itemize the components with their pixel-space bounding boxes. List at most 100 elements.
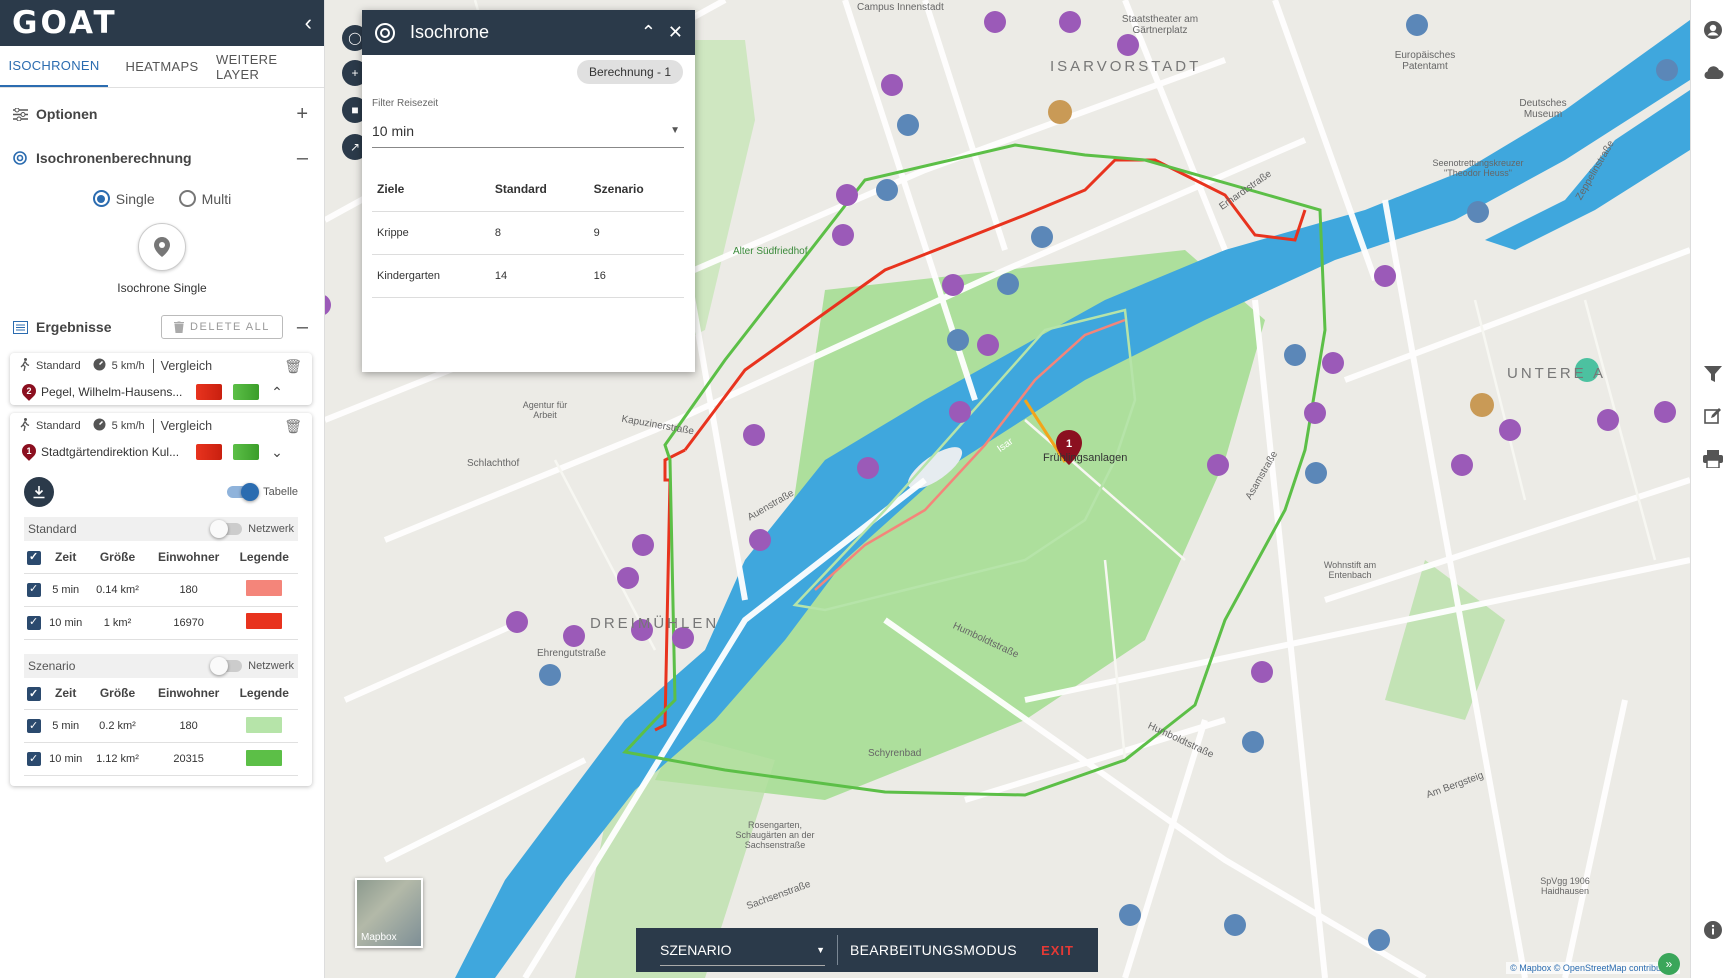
map-label: Ehrengutstraße	[537, 648, 606, 659]
cell-scenario: 9	[588, 211, 684, 255]
tab-weitere-layer[interactable]: WEITERE LAYER	[216, 46, 324, 87]
col-population: Einwohner	[146, 677, 231, 710]
target-icon	[375, 22, 395, 43]
dropdown-arrow-icon: ▼	[816, 944, 825, 955]
card-speed: 5 km/h	[111, 360, 145, 372]
table-row: ✓ 10 min 1.12 km² 20315	[24, 742, 298, 776]
table-row: Kindergarten 14 16	[372, 254, 684, 298]
cell-population: 20315	[146, 742, 231, 776]
filter-icon[interactable]	[1701, 362, 1725, 386]
scenario-table: ✓ Zeit Größe Einwohner Legende ✓ 5 min 0…	[24, 677, 298, 776]
scenario-color-swatch[interactable]	[233, 444, 259, 460]
select-all-checkbox[interactable]: ✓	[26, 550, 41, 565]
isochrone-single-control: Isochrone Single	[0, 223, 324, 295]
list-icon	[12, 319, 28, 335]
radio-single-dot	[92, 190, 110, 207]
map-label: Wohnstift am Entenbach	[1323, 560, 1377, 580]
standard-color-swatch[interactable]	[196, 384, 222, 400]
delete-all-button[interactable]: DELETE ALL	[161, 315, 283, 339]
table-toggle[interactable]	[227, 483, 260, 501]
scenario-select-value: SZENARIO	[660, 941, 732, 958]
cloud-icon[interactable]	[1701, 60, 1725, 84]
collapse-minus-icon[interactable]: –	[297, 147, 308, 170]
standard-color-swatch[interactable]	[196, 444, 222, 460]
map-label: Schyrenbad	[868, 748, 922, 759]
row-checkbox[interactable]: ✓	[26, 719, 41, 733]
col-size: Größe	[88, 677, 147, 710]
row-checkbox[interactable]: ✓	[26, 752, 41, 766]
result-card-1: Standard 5 km/h Vergleich 🗑 1 Stadtgärte…	[10, 413, 312, 786]
col-standard: Standard	[489, 168, 589, 212]
edit-icon[interactable]	[1701, 404, 1725, 428]
cell-scenario: 16	[588, 254, 684, 298]
legend-swatch[interactable]	[246, 613, 283, 629]
map-label: Schlachthof	[467, 458, 520, 469]
tab-heatmaps[interactable]: HEATMAPS	[108, 46, 216, 87]
cell-population: 16970	[146, 606, 231, 640]
collapse-sidebar-icon[interactable]: ‹	[305, 10, 312, 36]
print-icon[interactable]	[1701, 447, 1725, 471]
right-toolbar	[1690, 0, 1735, 978]
delete-result-icon[interactable]: 🗑	[284, 418, 302, 435]
result-card-2: Standard 5 km/h Vergleich 🗑 2 Pegel, Wil…	[10, 353, 312, 405]
map-pin-icon	[154, 237, 170, 257]
collapse-results-icon[interactable]: –	[297, 316, 308, 339]
download-button[interactable]	[24, 477, 54, 507]
cell-standard: 14	[489, 254, 589, 298]
options-section[interactable]: Optionen +	[0, 92, 324, 136]
edit-mode-button[interactable]: BEARBEITUNGSMODUS	[850, 942, 1017, 958]
scenario-select[interactable]: SZENARIO ▼	[660, 934, 825, 966]
cell-time: 5 min	[43, 709, 89, 743]
exit-button[interactable]: EXIT	[1041, 943, 1074, 958]
divider	[837, 935, 838, 965]
legend-swatch[interactable]	[246, 749, 283, 766]
legend-swatch[interactable]	[246, 580, 283, 596]
basemap-label: Mapbox	[361, 932, 397, 943]
card-mode: Standard	[36, 420, 81, 432]
district-label: DREIMÜHLEN	[590, 615, 720, 632]
legend-swatch[interactable]	[246, 716, 283, 733]
map-label: Frühlingsanlagen	[1043, 452, 1128, 464]
cell-standard: 8	[489, 211, 589, 255]
row-checkbox[interactable]: ✓	[26, 615, 41, 630]
select-all-checkbox[interactable]: ✓	[26, 687, 41, 701]
cell-size: 1.12 km²	[88, 742, 147, 776]
map-label: Campus Innenstadt	[857, 2, 944, 13]
expand-plus-icon[interactable]: +	[296, 103, 308, 126]
table-toggle-label: Tabelle	[263, 486, 298, 498]
map-label: Alter Südfriedhof	[733, 246, 808, 257]
cell-time: 5 min	[43, 573, 89, 607]
account-icon[interactable]	[1701, 18, 1725, 42]
card-address: Stadtgärtendirektion Kul...	[41, 445, 180, 459]
row-checkbox[interactable]: ✓	[26, 582, 41, 597]
standard-network-toggle[interactable]	[210, 520, 243, 538]
card-address: Pegel, Wilhelm-Hausens...	[41, 385, 183, 399]
dropdown-arrow-icon: ▼	[670, 125, 680, 136]
basemap-switcher[interactable]: Mapbox	[355, 878, 423, 948]
expand-attribution-icon[interactable]: »	[1658, 953, 1680, 975]
scenario-network-toggle[interactable]	[210, 656, 243, 675]
close-icon[interactable]: ✕	[668, 22, 683, 43]
chevron-up-icon[interactable]: ⌃	[641, 22, 656, 43]
district-label: UNTERE A	[1507, 365, 1607, 382]
tab-isochronen[interactable]: ISOCHRONEN	[0, 46, 108, 87]
standard-table: ✓ Zeit Größe Einwohner Legende ✓ 5 min 0…	[24, 541, 298, 640]
delete-result-icon[interactable]: 🗑	[284, 358, 302, 375]
location-marker-icon: 1	[22, 444, 36, 460]
map-pin-button[interactable]	[138, 223, 186, 271]
travel-time-select[interactable]: 10 min ▼	[372, 114, 684, 148]
isochrone-panel-title: Isochrone	[410, 22, 490, 42]
info-icon[interactable]	[1701, 918, 1725, 942]
calculation-chip[interactable]: Berechnung - 1	[576, 60, 683, 84]
radio-multi[interactable]: Multi	[178, 190, 231, 207]
radio-single[interactable]: Single	[92, 190, 155, 207]
col-size: Größe	[88, 541, 147, 574]
calculation-section[interactable]: Isochronenberechnung –	[0, 136, 324, 180]
mapbox-attribution-link[interactable]: © Mapbox	[1510, 963, 1551, 973]
scenario-color-swatch[interactable]	[233, 384, 259, 400]
map-attribution: © Mapbox © OpenStreetMap contributors	[1506, 962, 1680, 974]
chevron-down-icon[interactable]: ⌄	[270, 444, 284, 461]
map-label: Rosengarten, Schaugärten an der Sachsens…	[735, 820, 815, 850]
target-icon	[12, 150, 28, 166]
chevron-up-icon[interactable]: ⌃	[270, 384, 284, 401]
